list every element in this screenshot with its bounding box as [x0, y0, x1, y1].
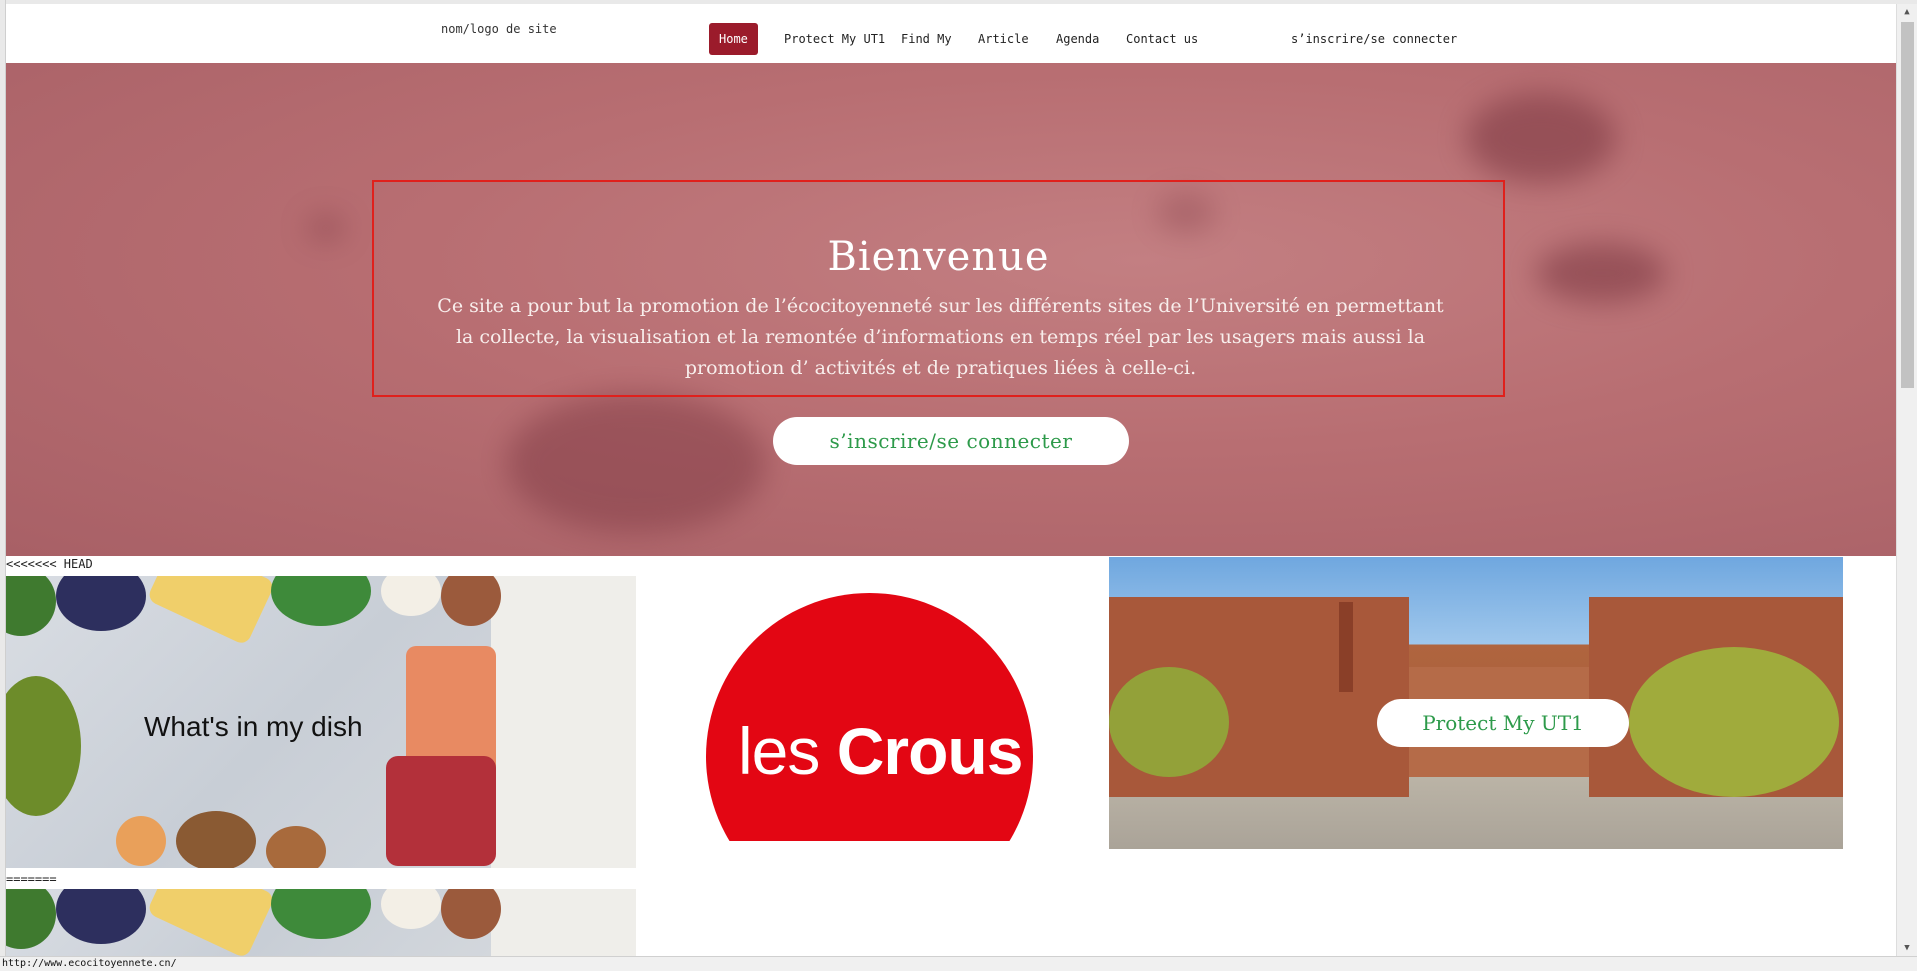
- background-blob: [1536, 243, 1666, 303]
- crous-logo[interactable]: les Crous: [706, 593, 1033, 841]
- blueberries-image: [56, 889, 146, 944]
- welcome-box: Bienvenue Ce site a pour but la promotio…: [372, 180, 1505, 397]
- scroll-down-arrow-icon[interactable]: ▼: [1897, 940, 1917, 956]
- spinach-image: [6, 889, 56, 949]
- nav-item-agenda[interactable]: Agenda: [1046, 23, 1109, 55]
- chimney: [1339, 602, 1353, 692]
- dish-card-duplicate[interactable]: [6, 889, 636, 956]
- meat-image: [386, 756, 496, 866]
- page: nom/logo de site Home Protect My UT1 Fin…: [0, 0, 1917, 971]
- scroll-up-arrow-icon[interactable]: ▲: [1897, 4, 1917, 20]
- dish-label: What's in my dish: [144, 711, 363, 742]
- merge-marker-separator: =======: [6, 872, 57, 886]
- broccoli-image: [271, 889, 371, 939]
- nav-item-article[interactable]: Article: [968, 23, 1039, 55]
- site-logo[interactable]: nom/logo de site: [441, 22, 557, 36]
- protect-my-ut1-button[interactable]: Protect My UT1: [1377, 699, 1629, 747]
- nav-item-contact-us[interactable]: Contact us: [1116, 23, 1208, 55]
- navbar: nom/logo de site Home Protect My UT1 Fin…: [6, 4, 1896, 63]
- cheese-image: [146, 889, 276, 956]
- nav-item-protect-my-ut1[interactable]: Protect My UT1: [774, 23, 895, 55]
- spinach-image: [6, 576, 56, 636]
- hero-title: Bienvenue: [827, 234, 1050, 280]
- campus-photo: Protect My UT1: [1109, 557, 1843, 849]
- dish-image: [6, 889, 501, 956]
- nav-login-link[interactable]: s’inscrire/se connecter: [1291, 23, 1457, 55]
- merge-marker-head: <<<<<<< HEAD: [6, 557, 93, 571]
- cheese-image: [146, 576, 276, 646]
- dish-image: What's in my dish: [6, 576, 501, 868]
- egg-image: [116, 816, 166, 866]
- nav-item-home[interactable]: Home: [709, 23, 758, 55]
- quinoa-image: [441, 889, 501, 939]
- almonds-image: [176, 811, 256, 868]
- vertical-scrollbar[interactable]: ▲ ▼: [1896, 4, 1917, 956]
- hero-description: Ce site a pour but la promotion de l’éco…: [437, 295, 1444, 379]
- avocado-image: [6, 676, 81, 816]
- blueberries-image: [56, 576, 146, 631]
- background-blob: [306, 213, 346, 243]
- tree: [1109, 667, 1229, 777]
- crous-wordmark: les Crous: [738, 714, 1023, 788]
- egg-bowl-image: [381, 576, 441, 616]
- dish-card[interactable]: What's in my dish: [6, 576, 636, 868]
- status-url: http://www.ecocitoyennete.cn/: [2, 958, 177, 969]
- background-blob: [1466, 93, 1616, 183]
- status-bar: http://www.ecocitoyennete.cn/: [0, 956, 1917, 971]
- nuts-image: [266, 826, 326, 868]
- nav-item-find-my[interactable]: Find My: [891, 23, 962, 55]
- hero-banner: Bienvenue Ce site a pour but la promotio…: [6, 63, 1896, 556]
- quinoa-image: [441, 576, 501, 626]
- signup-button[interactable]: s’inscrire/se connecter: [773, 417, 1129, 465]
- background-blob: [506, 393, 766, 533]
- broccoli-image: [271, 576, 371, 626]
- tree: [1629, 647, 1839, 797]
- egg-bowl-image: [381, 889, 441, 929]
- scroll-thumb[interactable]: [1901, 22, 1914, 388]
